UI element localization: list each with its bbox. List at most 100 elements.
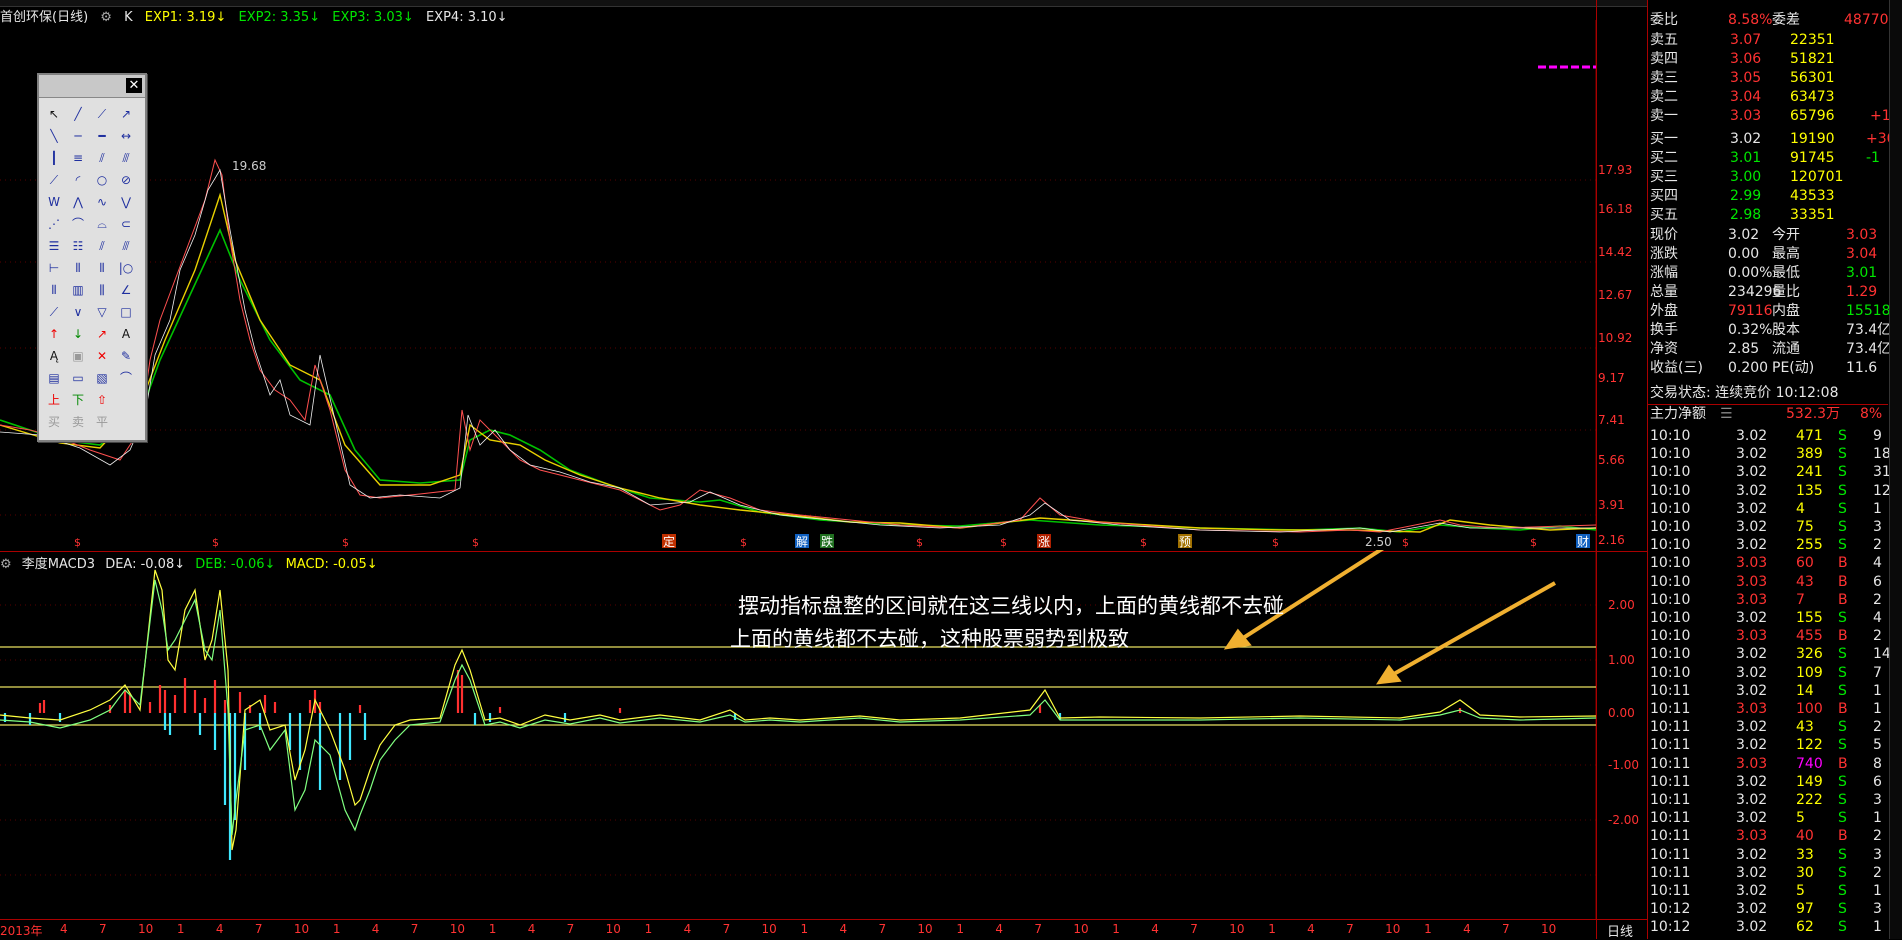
- event-marker-cai[interactable]: 财: [1577, 535, 1589, 549]
- up-arrow-icon[interactable]: ↑: [43, 323, 65, 345]
- ratio-icon[interactable]: |○: [115, 257, 137, 279]
- tick-row[interactable]: 10:11 3.03 40 B 2: [1648, 827, 1888, 846]
- stat-row[interactable]: 外盘 79116 内盘 155180: [1648, 302, 1899, 321]
- channel-icon[interactable]: ⫻: [115, 147, 137, 169]
- gann-grid-icon[interactable]: ⌓: [91, 213, 113, 235]
- trend-icon[interactable]: ⟋: [43, 169, 65, 191]
- cycle-lines-icon[interactable]: ⦀: [67, 257, 89, 279]
- tick-row[interactable]: 10:10 3.02 471 S 9: [1648, 427, 1888, 446]
- pen-icon[interactable]: ✎: [115, 345, 137, 367]
- arrow-line-icon[interactable]: ↗: [115, 103, 137, 125]
- tick-row[interactable]: 10:11 3.02 149 S 6: [1648, 773, 1888, 792]
- buy-icon[interactable]: 买: [43, 411, 65, 433]
- fib-arc-icon[interactable]: ⫻: [115, 235, 137, 257]
- main-flow-row[interactable]: 主力净额 ☰ 532.3万 8%: [1648, 404, 1888, 424]
- tick-row[interactable]: 10:11 3.02 222 S 3: [1648, 791, 1888, 810]
- price-chart[interactable]: 17.93 16.18 14.42 12.67 10.92 9.17 7.41 5.66 3.9…: [0, 20, 1650, 550]
- tick-row[interactable]: 10:10 3.02 4 S 1: [1648, 500, 1888, 519]
- zigzag-icon[interactable]: ∿: [91, 191, 113, 213]
- stat-row[interactable]: 涨幅 0.00% 最低 3.01: [1648, 264, 1888, 283]
- tick-row[interactable]: 10:11 3.03 100 B 1: [1648, 700, 1888, 719]
- line-icon[interactable]: ╱: [67, 103, 89, 125]
- fib-time-icon[interactable]: ☷: [67, 235, 89, 257]
- gann-icon[interactable]: ⋰: [43, 213, 65, 235]
- bars-fan-icon[interactable]: ⫼: [91, 279, 113, 301]
- tick-row[interactable]: 10:11 3.03 740 B 8: [1648, 755, 1888, 774]
- buy-row[interactable]: 买四 2.99 43533: [1648, 187, 1888, 206]
- speed-icon[interactable]: ⫴: [91, 257, 113, 279]
- cursor-icon[interactable]: ↖: [43, 103, 65, 125]
- gann-fan-icon[interactable]: ⌒: [67, 213, 89, 235]
- triangle-down-icon[interactable]: ∨: [67, 301, 89, 323]
- horizontal-ray-icon[interactable]: ↔: [115, 125, 137, 147]
- triangle-icon[interactable]: ▽: [91, 301, 113, 323]
- mountain-icon[interactable]: ⋀: [67, 191, 89, 213]
- tick-row[interactable]: 10:11 3.02 33 S 3: [1648, 846, 1888, 865]
- buy-row[interactable]: 买三 3.00 120701: [1648, 168, 1888, 187]
- polyline-icon[interactable]: ⋁: [115, 191, 137, 213]
- fib-fan-icon[interactable]: ⫽: [91, 235, 113, 257]
- wave-icon[interactable]: W: [43, 191, 65, 213]
- side-tab-strip[interactable]: [1889, 0, 1902, 939]
- tick-row[interactable]: 10:11 3.02 43 S 2: [1648, 718, 1888, 737]
- angle-icon[interactable]: ∠: [115, 279, 137, 301]
- tick-row[interactable]: 10:12 3.02 62 S 1: [1648, 918, 1888, 937]
- sell-row[interactable]: 卖五 3.07 22351: [1648, 31, 1888, 50]
- stat-row[interactable]: 换手 0.32% 股本 73.4亿: [1648, 321, 1891, 340]
- cycle-icon[interactable]: ⊢: [43, 257, 65, 279]
- tick-row[interactable]: 10:10 3.02 255 S 2: [1648, 536, 1888, 555]
- sell-row[interactable]: 卖一 3.03 65796 +1: [1648, 107, 1891, 126]
- event-marker-jie[interactable]: 解: [796, 535, 808, 549]
- horizontal-segment-icon[interactable]: ─: [67, 125, 89, 147]
- bars-icon[interactable]: ⦀: [43, 279, 65, 301]
- circle-icon[interactable]: ○: [91, 169, 113, 191]
- flag-icon[interactable]: ⇧: [91, 389, 113, 411]
- tick-row[interactable]: 10:10 3.02 109 S 7: [1648, 664, 1888, 683]
- gann-box-icon[interactable]: ⊂: [115, 213, 137, 235]
- down-arrow-icon[interactable]: ↓: [67, 323, 89, 345]
- picture-icon[interactable]: ▧: [91, 367, 113, 389]
- stat-row[interactable]: 净资 2.85 流通 73.4亿: [1648, 340, 1891, 359]
- close-icon[interactable]: ✕: [126, 78, 142, 93]
- delete-icon[interactable]: ✕: [91, 345, 113, 367]
- level-icon[interactable]: ≡: [67, 147, 89, 169]
- rectangle-icon[interactable]: □: [115, 301, 137, 323]
- lasso-icon[interactable]: ⌒: [115, 367, 137, 389]
- buy-row[interactable]: 买五 2.98 33351: [1648, 206, 1888, 225]
- sell-icon[interactable]: 卖: [67, 411, 89, 433]
- frame-icon[interactable]: ▭: [67, 367, 89, 389]
- stat-row[interactable]: 收益(三) 0.200 PE(动) 11.6: [1648, 359, 1888, 378]
- tick-row[interactable]: 10:11 3.02 5 S 1: [1648, 809, 1888, 828]
- tick-row[interactable]: 10:12 3.02 97 S 3: [1648, 900, 1888, 919]
- parallel-icon[interactable]: ⫽: [91, 147, 113, 169]
- buy-row[interactable]: 买一 3.02 19190 +30: [1648, 130, 1896, 149]
- drawing-toolbox[interactable]: ✕ ↖ ╱ ⟋ ↗ ╲ ─ ━ ↔ ┃ ≡ ⫽ ⫻ ⟋ ◜ ○ ⊘ W ⋀ ∿ …: [37, 73, 147, 442]
- tick-row[interactable]: 10:10 3.02 326 S 14: [1648, 645, 1891, 664]
- rising-arrow-icon[interactable]: ↗: [91, 323, 113, 345]
- flat-icon[interactable]: 平: [91, 411, 113, 433]
- tick-row[interactable]: 10:10 3.02 75 S 3: [1648, 518, 1888, 537]
- tick-row[interactable]: 10:10 3.02 389 S 18: [1648, 445, 1891, 464]
- sell-row[interactable]: 卖四 3.06 51821: [1648, 50, 1888, 69]
- tick-row[interactable]: 10:10 3.02 241 S 31: [1648, 463, 1891, 482]
- ray-icon[interactable]: ⟋: [91, 103, 113, 125]
- event-marker-yu[interactable]: 预: [1179, 535, 1191, 549]
- fib-icon[interactable]: ☰: [43, 235, 65, 257]
- text-icon[interactable]: A: [115, 323, 137, 345]
- list-icon[interactable]: ☰: [1720, 405, 1733, 424]
- tick-row[interactable]: 10:10 3.03 43 B 6: [1648, 573, 1888, 592]
- tick-row[interactable]: 10:11 3.02 30 S 2: [1648, 864, 1888, 883]
- tick-row[interactable]: 10:10 3.03 60 B 4: [1648, 554, 1888, 573]
- bars-dense-icon[interactable]: ▥: [67, 279, 89, 301]
- arc-icon[interactable]: ◜: [67, 169, 89, 191]
- buy-row[interactable]: 买二 3.01 91745 -1: [1648, 149, 1888, 168]
- square-icon[interactable]: ▣: [67, 345, 89, 367]
- toolbox-titlebar[interactable]: ✕: [39, 75, 145, 98]
- horizontal-line-icon[interactable]: ━: [91, 125, 113, 147]
- event-marker-die[interactable]: 跌: [821, 534, 833, 549]
- sell-row[interactable]: 卖二 3.04 63473: [1648, 88, 1888, 107]
- vertical-line-icon[interactable]: ┃: [43, 147, 65, 169]
- up-marker-icon[interactable]: 上: [43, 389, 65, 411]
- tick-row[interactable]: 10:10 3.02 135 S 12: [1648, 482, 1891, 501]
- note-icon[interactable]: ▤: [43, 367, 65, 389]
